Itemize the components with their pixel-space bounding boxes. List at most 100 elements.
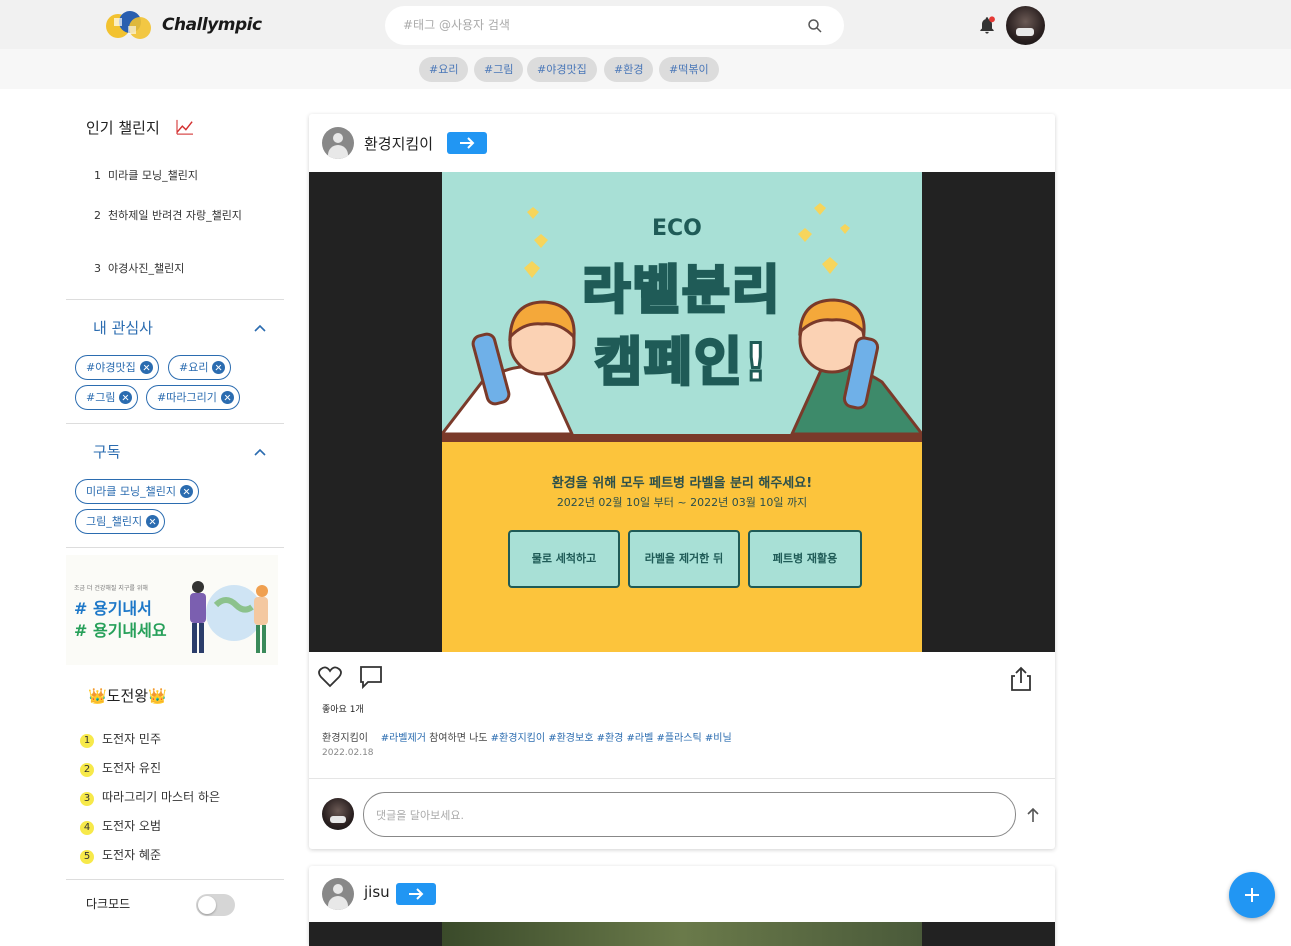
author-name[interactable]: 환경지킴이 — [364, 133, 433, 154]
author-name[interactable]: jisu — [364, 883, 390, 901]
chevron-up-icon[interactable] — [254, 324, 266, 332]
add-post-button[interactable] — [1229, 872, 1275, 918]
popular-challenges-title: 인기 챌린지 — [86, 119, 160, 137]
rank-badge: 4 — [80, 821, 94, 835]
arrow-up-icon[interactable] — [1025, 807, 1041, 823]
popular-challenge-item[interactable]: 1 미라클 모닝_챌린지 — [94, 169, 264, 182]
chip-label: #요리 — [179, 361, 209, 374]
poster-eco: ECO — [652, 216, 702, 241]
poster-message: 환경을 위해 모두 페트병 라벨을 분리 해주세요! — [551, 476, 813, 491]
earth-illustration — [190, 581, 268, 653]
divider — [66, 423, 284, 424]
chip-label: #따라그리기 — [157, 391, 217, 404]
popular-challenge-item[interactable]: 2 천하제일 반려견 자랑_챌린지 — [94, 209, 264, 222]
champion-item[interactable]: 2 도전자 유진 — [80, 759, 161, 777]
popular-challenge-item[interactable]: 3 야경사진_챌린지 — [94, 262, 264, 275]
rank-badge: 3 — [80, 792, 94, 806]
subscriptions-title: 구독 — [93, 443, 121, 461]
post-date: 2022.02.18 — [322, 748, 374, 758]
poster-step: 물로 세척하고 — [508, 530, 620, 588]
user-avatar[interactable] — [1006, 6, 1045, 45]
rank-badge: 5 — [80, 850, 94, 864]
trending-tag[interactable]: #떡볶이 — [659, 57, 719, 82]
trending-tag[interactable]: #요리 — [419, 57, 469, 82]
champion-item[interactable]: 1 도전자 민주 — [80, 730, 161, 748]
left-sidebar: 인기 챌린지 1 미라클 모닝_챌린지 2 천하제일 반려견 자랑_챌린지 3 … — [66, 89, 284, 932]
follow-button[interactable] — [447, 132, 487, 154]
champion-item[interactable]: 5 도전자 혜준 — [80, 846, 161, 864]
dark-mode-label: 다크모드 — [86, 897, 131, 911]
arrow-right-icon — [460, 137, 475, 149]
subscription-chip[interactable]: 그림_챌린지 — [75, 509, 166, 534]
follow-button[interactable] — [396, 883, 436, 905]
post-caption: 환경지킴이 #라벨제거 참여하면 나도 #환경지킴이 #환경보호 #환경 #라벨… — [322, 729, 732, 744]
champion-item[interactable]: 4 도전자 오범 — [80, 817, 161, 835]
search-input[interactable] — [403, 15, 783, 35]
notification-bell-icon[interactable] — [977, 16, 997, 36]
champion-name: 도전자 민주 — [102, 732, 162, 746]
interest-chip[interactable]: #요리 — [168, 355, 232, 380]
rank-badge: 1 — [80, 734, 94, 748]
trending-up-icon — [176, 119, 193, 135]
share-icon[interactable] — [1008, 666, 1034, 692]
rank-badge: 2 — [80, 763, 94, 777]
popular-rank: 1 — [94, 169, 101, 182]
like-count: 좋아요 1개 — [322, 705, 364, 715]
trending-tag[interactable]: #야경맛집 — [527, 57, 597, 82]
divider — [66, 879, 284, 880]
comment-box — [363, 792, 1016, 837]
chip-label: 그림_챌린지 — [86, 515, 143, 528]
banner-line1: # 용기내서 — [74, 599, 152, 618]
logo[interactable]: Challympic — [104, 6, 262, 44]
caption-tags[interactable]: #환경지킴이 #환경보호 #환경 #라벨 #플라스틱 #비닐 — [491, 733, 732, 744]
caption-author[interactable]: 환경지킴이 — [322, 733, 368, 744]
poster-ground — [442, 434, 922, 442]
chip-label: #그림 — [86, 391, 116, 404]
search-icon[interactable] — [806, 17, 824, 35]
dark-mode-toggle[interactable] — [196, 894, 235, 916]
brand-name: Challympic — [162, 15, 262, 35]
search-bar — [385, 6, 844, 45]
comment-icon[interactable] — [358, 664, 384, 690]
trending-tag[interactable]: #환경 — [604, 57, 654, 82]
chip-label: #야경맛집 — [86, 361, 136, 374]
remove-icon[interactable] — [212, 361, 226, 374]
campaign-banner[interactable]: 조금 더 건강해질 지구를 위해 # 용기내서 # 용기내세요 — [66, 555, 278, 665]
banner-line2: # 용기내세요 — [74, 621, 167, 640]
chevron-up-icon[interactable] — [254, 448, 266, 456]
remove-icon[interactable] — [119, 391, 133, 404]
heart-icon[interactable] — [317, 664, 343, 690]
caption-tag[interactable]: #라벨제거 — [381, 733, 426, 744]
popular-rank: 2 — [94, 209, 101, 222]
champion-name: 도전자 오범 — [102, 819, 162, 833]
subscription-chip[interactable]: 미라클 모닝_챌린지 — [75, 479, 199, 504]
remove-icon[interactable] — [220, 391, 234, 404]
popular-name: 미라클 모닝_챌린지 — [108, 169, 198, 182]
commenter-avatar — [322, 798, 354, 830]
interest-chip[interactable]: #그림 — [75, 385, 139, 410]
champions-title: 👑도전왕👑 — [88, 687, 167, 705]
poster-dates: 2022년 02월 10일 부터 ~ 2022년 03월 10일 까지 — [556, 496, 808, 509]
interests-title: 내 관심사 — [93, 319, 153, 337]
interest-chip[interactable]: #따라그리기 — [146, 385, 240, 410]
remove-icon[interactable] — [179, 485, 193, 498]
champion-item[interactable]: 3 따라그리기 마스터 하은 — [80, 788, 220, 806]
caption-text: 참여하면 나도 — [429, 733, 488, 744]
divider — [66, 299, 284, 300]
remove-icon[interactable] — [146, 515, 160, 528]
post-media[interactable]: ECO 라벨분리 캠페인! 환경을 위해 모두 페트병 라벨을 분리 해주세요!… — [309, 172, 1055, 652]
poster-title-2: 캠페인! — [593, 332, 770, 395]
remove-icon[interactable] — [139, 361, 153, 374]
popular-name: 야경사진_챌린지 — [108, 262, 185, 275]
popular-rank: 3 — [94, 262, 101, 275]
divider — [309, 778, 1055, 779]
trending-tag[interactable]: #그림 — [474, 57, 524, 82]
post-media[interactable] — [309, 922, 1055, 946]
campaign-poster: ECO 라벨분리 캠페인! 환경을 위해 모두 페트병 라벨을 분리 해주세요!… — [442, 172, 922, 652]
top-header: Challympic — [0, 0, 1291, 49]
comment-input[interactable] — [376, 806, 976, 824]
author-avatar[interactable] — [322, 878, 354, 910]
champion-name: 따라그리기 마스터 하은 — [102, 790, 221, 804]
author-avatar[interactable] — [322, 127, 354, 159]
interest-chip[interactable]: #야경맛집 — [75, 355, 159, 380]
